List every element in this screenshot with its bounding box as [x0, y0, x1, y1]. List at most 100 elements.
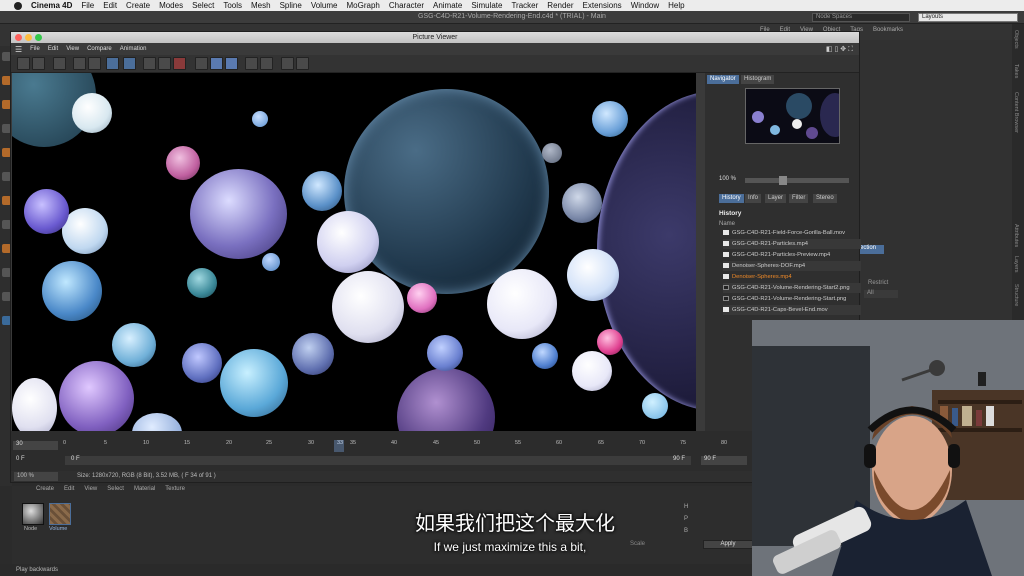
timeline-ruler[interactable]: 0 5 10 15 20 25 30 33 35 40 45 50 55 60 … [63, 440, 753, 452]
attr-section-tab[interactable]: ection [858, 245, 884, 254]
snapshot-icon[interactable] [143, 57, 156, 70]
maximize-icon[interactable] [35, 34, 42, 41]
menu-tracker[interactable]: Tracker [511, 1, 538, 10]
navigator-zoom[interactable]: 100 % [719, 176, 859, 185]
swap-icon[interactable] [296, 57, 309, 70]
range-start[interactable]: 0 F [65, 456, 691, 465]
tab-structure[interactable]: Structure [1013, 284, 1019, 306]
render-image[interactable] [12, 73, 696, 431]
name-column-header[interactable]: Name [719, 221, 735, 227]
tab-info[interactable]: Info [745, 194, 762, 203]
render-icon[interactable] [73, 57, 86, 70]
stop-icon[interactable] [88, 57, 101, 70]
menu-mesh[interactable]: Mesh [251, 1, 271, 10]
apply-button[interactable]: Apply [703, 540, 753, 549]
hamburger-icon[interactable]: ☰ [15, 45, 22, 54]
history-item[interactable]: Denoiser-Spheres-DOF.mp4 [723, 261, 861, 271]
tab-histogram[interactable]: Histogram [741, 75, 775, 84]
pv-menu-compare[interactable]: Compare [87, 46, 112, 52]
history-item[interactable]: GSG-C4D-R21-Field-Force-Gorilla-Ball.mov [723, 228, 861, 238]
frame-field[interactable]: 30 [13, 441, 58, 450]
pv-menu-edit[interactable]: Edit [48, 46, 58, 52]
close-icon[interactable] [15, 34, 22, 41]
menu-create[interactable]: Create [126, 1, 150, 10]
zoom-slider[interactable] [745, 178, 849, 183]
material-volume-swatch[interactable] [49, 503, 71, 525]
clear-icon[interactable] [53, 57, 66, 70]
zoom-dropdown[interactable]: 100 % [14, 472, 58, 481]
history-item[interactable]: GSG-C4D-R21-Volume-Rendering-Start2.png [723, 283, 861, 293]
menu-simulate[interactable]: Simulate [471, 1, 502, 10]
menu-help[interactable]: Help [668, 1, 684, 10]
max-frame-field[interactable]: 90 F [701, 456, 747, 465]
menu-animate[interactable]: Animate [433, 1, 462, 10]
channel-icon[interactable] [195, 57, 208, 70]
tab-objects[interactable]: Objects [1013, 30, 1019, 49]
mat-menu-edit[interactable]: Edit [64, 486, 74, 492]
restrict-dropdown[interactable]: All [864, 290, 898, 298]
layouts-dropdown[interactable]: Layouts [918, 13, 1018, 22]
menu-render[interactable]: Render [547, 1, 573, 10]
save-icon[interactable] [32, 57, 45, 70]
apple-icon[interactable] [14, 1, 22, 10]
node-spaces-dropdown[interactable]: Node Spaces [812, 13, 910, 22]
history-item[interactable]: GSG-C4D-R21-Particles-Preview.mp4 [723, 250, 861, 260]
pv-menu-view[interactable]: View [66, 46, 79, 52]
tab-history[interactable]: History [719, 194, 744, 203]
minimize-icon[interactable] [25, 34, 32, 41]
multi-pass-icon[interactable] [225, 57, 238, 70]
navigator-thumbnail[interactable] [745, 88, 840, 144]
menu-spline[interactable]: Spline [280, 1, 302, 10]
window-controls-icon[interactable]: ◧ ▯ ✥ ⛶ [826, 45, 853, 54]
mat-menu-texture[interactable]: Texture [165, 486, 185, 492]
history-item-selected[interactable]: Denoiser-Spheres.mp4 [723, 272, 861, 282]
mat-menu-select[interactable]: Select [107, 486, 124, 492]
pv-menu-animation[interactable]: Animation [120, 46, 147, 52]
single-pass-icon[interactable] [210, 57, 223, 70]
menu-extensions[interactable]: Extensions [583, 1, 622, 10]
playhead[interactable] [334, 440, 344, 452]
sphere [397, 368, 495, 431]
safe-frame-icon[interactable] [123, 57, 136, 70]
menu-edit[interactable]: Edit [103, 1, 117, 10]
tab-stereo[interactable]: Stereo [813, 194, 837, 203]
picture-viewer-titlebar[interactable]: Picture Viewer [11, 32, 859, 43]
history-item[interactable]: GSG-C4D-R21-Caps-Bevel-End.mov [723, 305, 861, 315]
range-end[interactable]: 90 F [673, 456, 685, 462]
tab-takes[interactable]: Takes [1013, 64, 1019, 78]
region-icon[interactable] [106, 57, 119, 70]
tab-layer[interactable]: Layer [765, 194, 787, 203]
tick-label: 25 [266, 440, 273, 446]
open-icon[interactable] [17, 57, 30, 70]
tab-attributes[interactable]: Attributes [1013, 224, 1019, 247]
menu-window[interactable]: Window [631, 1, 659, 10]
diff-icon[interactable] [281, 57, 294, 70]
om-menu-bookmarks[interactable]: Bookmarks [873, 27, 903, 37]
mat-menu-view[interactable]: View [84, 486, 97, 492]
tab-navigator[interactable]: Navigator [707, 75, 739, 84]
menu-file[interactable]: File [81, 1, 94, 10]
mat-menu-material[interactable]: Material [134, 486, 155, 492]
filter-icon[interactable] [173, 57, 186, 70]
ab-compare-a-icon[interactable] [245, 57, 258, 70]
pv-menu-file[interactable]: File [30, 46, 40, 52]
history-item[interactable]: GSG-C4D-R21-Volume-Rendering-Start.png [723, 294, 861, 304]
tab-filter[interactable]: Filter [789, 194, 809, 203]
menu-select[interactable]: Select [192, 1, 214, 10]
tab-layers[interactable]: Layers [1013, 256, 1019, 273]
menu-modes[interactable]: Modes [159, 1, 183, 10]
menu-mograph[interactable]: MoGraph [347, 1, 380, 10]
zoom-value[interactable]: 100 % [719, 176, 736, 182]
compare-icon[interactable] [158, 57, 171, 70]
menu-volume[interactable]: Volume [311, 1, 338, 10]
tab-content-browser[interactable]: Content Browser [1013, 92, 1019, 133]
zoom-slider-handle[interactable] [779, 176, 787, 185]
material-node-swatch[interactable] [22, 503, 44, 525]
mat-menu-create[interactable]: Create [36, 486, 54, 492]
app-menu[interactable]: Cinema 4D [31, 1, 72, 10]
menu-character[interactable]: Character [389, 1, 424, 10]
current-frame-value[interactable]: 0 F [16, 456, 25, 462]
menu-tools[interactable]: Tools [223, 1, 242, 10]
ab-compare-b-icon[interactable] [260, 57, 273, 70]
history-item[interactable]: GSG-C4D-R21-Particles.mp4 [723, 239, 861, 249]
